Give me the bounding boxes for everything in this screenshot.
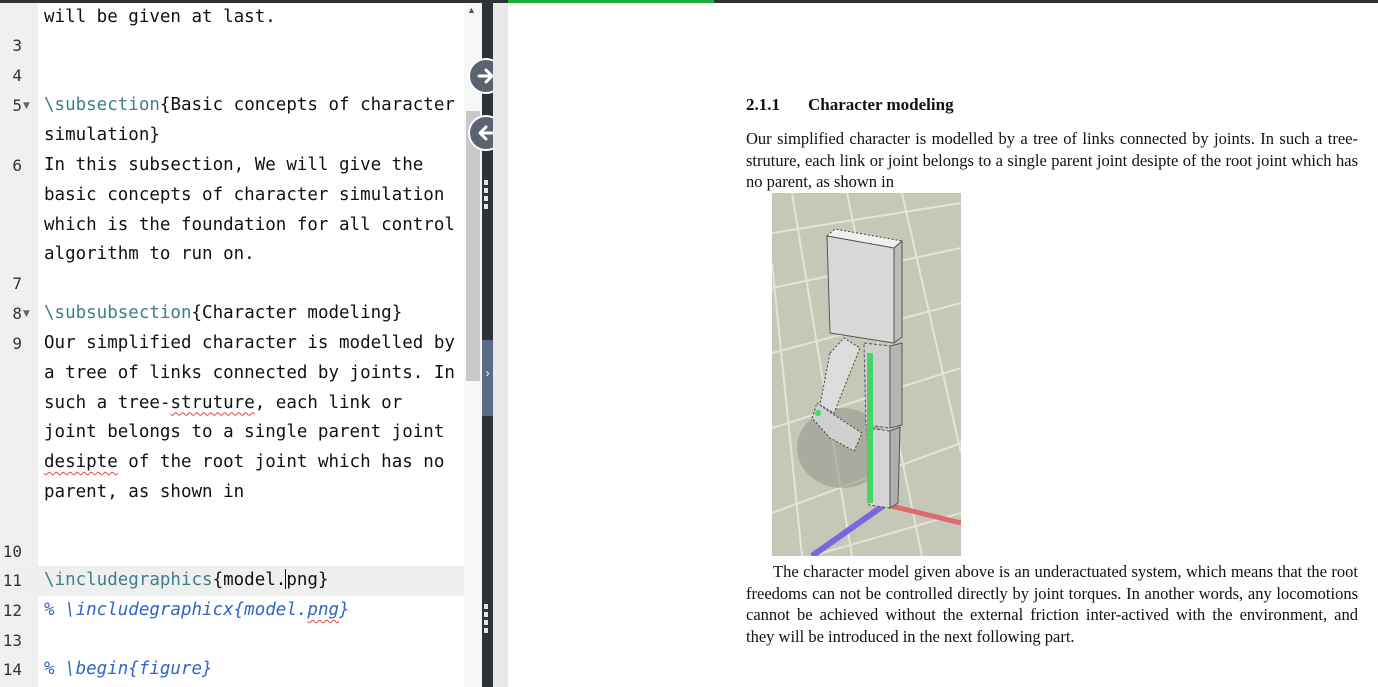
editor-scrollbar-thumb[interactable] xyxy=(466,111,480,381)
latex-argument: {Character modeling} xyxy=(191,303,403,323)
line-number: 12 xyxy=(2,601,22,620)
fold-toggle-icon[interactable]: ▼ xyxy=(23,299,30,329)
line-number: 5 xyxy=(12,96,22,115)
character-model-figure xyxy=(772,193,961,556)
line-text[interactable]: \subsubsection{Character modeling} xyxy=(44,299,464,329)
misspelled-word[interactable]: desipte xyxy=(44,452,118,472)
line-number: 11 xyxy=(2,571,22,590)
drag-grip-icon[interactable] xyxy=(484,604,489,636)
line-text[interactable]: Our simplified character is modelled by … xyxy=(44,329,464,508)
pdf-preview[interactable]: 2.1.1 Character modeling Our simplified c… xyxy=(508,3,1378,687)
misspelled-word[interactable]: struture xyxy=(170,393,254,413)
line-text[interactable]: % \includegraphicx{model.png} xyxy=(44,596,464,626)
comment-text: % \includegraphicx{model. xyxy=(44,600,308,620)
section-heading: 2.1.1 Character modeling xyxy=(746,95,954,115)
body-paragraph: The character model given above is an un… xyxy=(746,562,1358,646)
line-text[interactable]: \subsection{Basic concepts of character … xyxy=(44,91,464,151)
line-number: 10 xyxy=(2,542,22,561)
line-number: 4 xyxy=(12,66,22,85)
latex-command: \subsubsection xyxy=(44,303,192,323)
line-text[interactable]: \includegraphics{model.png} xyxy=(44,566,464,596)
code-line-active[interactable]: 11 \includegraphics{model.png} xyxy=(0,566,464,596)
line-number: 3 xyxy=(12,36,22,55)
code-editor[interactable]: will be given at last. 3 4 5 ▼ \subsecti… xyxy=(0,3,482,687)
line-number: 7 xyxy=(12,274,22,293)
line-number: 13 xyxy=(2,631,22,650)
chevron-right-icon[interactable]: › xyxy=(482,366,493,380)
line-text[interactable]: In this subsection, We will give the bas… xyxy=(44,151,464,270)
fold-toggle-icon[interactable]: ▼ xyxy=(23,91,30,121)
line-number: 9 xyxy=(12,334,22,353)
line-text[interactable]: % \begin{figure} xyxy=(44,655,464,685)
latex-argument: {model. xyxy=(212,570,287,590)
comment-text: } xyxy=(339,600,350,620)
latex-command: \includegraphics xyxy=(44,570,213,590)
body-paragraph: Our simplified character is modelled by … xyxy=(746,129,1358,191)
line-text[interactable]: will be given at last. xyxy=(44,3,464,33)
latex-argument: png} xyxy=(286,570,329,590)
line-number: 6 xyxy=(12,156,22,175)
drag-grip-icon[interactable] xyxy=(484,180,489,212)
line-number: 14 xyxy=(2,660,22,679)
section-number: 2.1.1 xyxy=(746,95,780,114)
code-area[interactable]: will be given at last. 3 4 5 ▼ \subsecti… xyxy=(0,3,464,687)
line-number: 8 xyxy=(12,304,22,323)
section-title: Character modeling xyxy=(808,95,954,114)
latex-command: \subsection xyxy=(44,95,160,115)
scroll-up-icon[interactable]: ▲ xyxy=(467,5,476,15)
pdf-page-edge xyxy=(493,3,508,687)
misspelled-word[interactable]: png xyxy=(307,600,339,620)
character-model-image xyxy=(772,193,961,556)
